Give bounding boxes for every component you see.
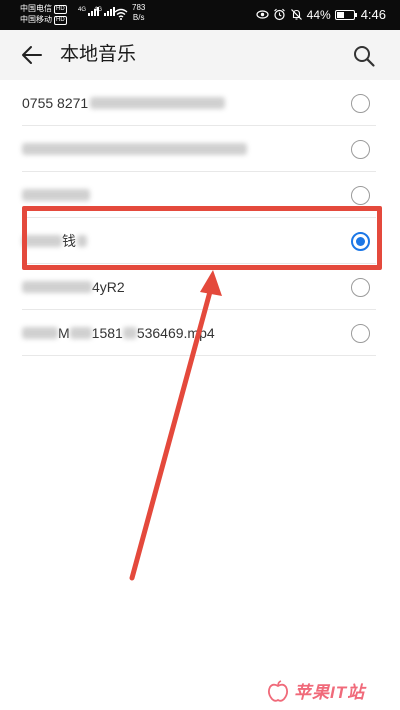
arrow-left-icon[interactable] bbox=[20, 44, 44, 66]
hd-badge-1: HD bbox=[54, 5, 67, 14]
page-title: 本地音乐 bbox=[60, 44, 137, 65]
highlight-box bbox=[22, 206, 382, 270]
blurred-text bbox=[69, 327, 92, 339]
app-bar: 本地音乐 bbox=[0, 30, 400, 80]
battery-percent: 44% bbox=[306, 7, 331, 22]
signal-icon-2: 4G bbox=[94, 7, 116, 16]
song-name: 4yR2 bbox=[22, 279, 125, 295]
blurred-text bbox=[22, 281, 92, 293]
list-item[interactable] bbox=[0, 126, 400, 172]
watermark-text: 苹果IT站 bbox=[294, 683, 366, 702]
blurred-text bbox=[22, 189, 90, 201]
carrier-2: 中国移动 HD bbox=[20, 15, 67, 25]
search-icon[interactable] bbox=[352, 44, 376, 68]
blurred-text bbox=[22, 327, 58, 339]
blurred-text bbox=[90, 97, 226, 109]
status-right: 44% 4:46 bbox=[256, 7, 386, 22]
carrier-1: 中国电信 HD bbox=[20, 4, 67, 14]
radio-button[interactable] bbox=[351, 140, 370, 159]
battery-icon bbox=[334, 9, 357, 20]
song-name bbox=[22, 187, 90, 203]
eye-comfort-icon bbox=[256, 10, 269, 19]
status-bar: 中国电信 HD 中国移动 HD 4G 4G 783 B/s 44% 4:46 bbox=[0, 0, 400, 30]
song-name: 0755 8271 bbox=[22, 95, 226, 111]
radio-button[interactable] bbox=[351, 278, 370, 297]
apple-logo-icon bbox=[267, 679, 289, 702]
blurred-text bbox=[122, 327, 137, 339]
blurred-text bbox=[22, 143, 247, 155]
list-item[interactable]: 0755 8271 bbox=[0, 80, 400, 126]
alarm-icon bbox=[273, 8, 285, 21]
hd-badge-2: HD bbox=[54, 16, 67, 25]
list-item[interactable]: M 1581 536469.mp4 bbox=[0, 310, 400, 356]
divider bbox=[22, 355, 376, 356]
song-name bbox=[22, 141, 247, 157]
mute-icon bbox=[290, 9, 302, 20]
song-name: M 1581 536469.mp4 bbox=[22, 325, 215, 341]
radio-button[interactable] bbox=[351, 324, 370, 343]
wifi-icon bbox=[114, 8, 128, 20]
list-item[interactable]: 4yR2 bbox=[0, 264, 400, 310]
screen: 中国电信 HD 中国移动 HD 4G 4G 783 B/s 44% 4:46 本… bbox=[0, 0, 400, 710]
clock: 4:46 bbox=[360, 7, 386, 22]
radio-button[interactable] bbox=[351, 186, 370, 205]
carrier-block: 中国电信 HD 中国移动 HD bbox=[20, 3, 80, 25]
watermark: 苹果IT站 bbox=[266, 678, 365, 703]
net-speed: 783 B/s bbox=[132, 3, 146, 22]
radio-button[interactable] bbox=[351, 94, 370, 113]
